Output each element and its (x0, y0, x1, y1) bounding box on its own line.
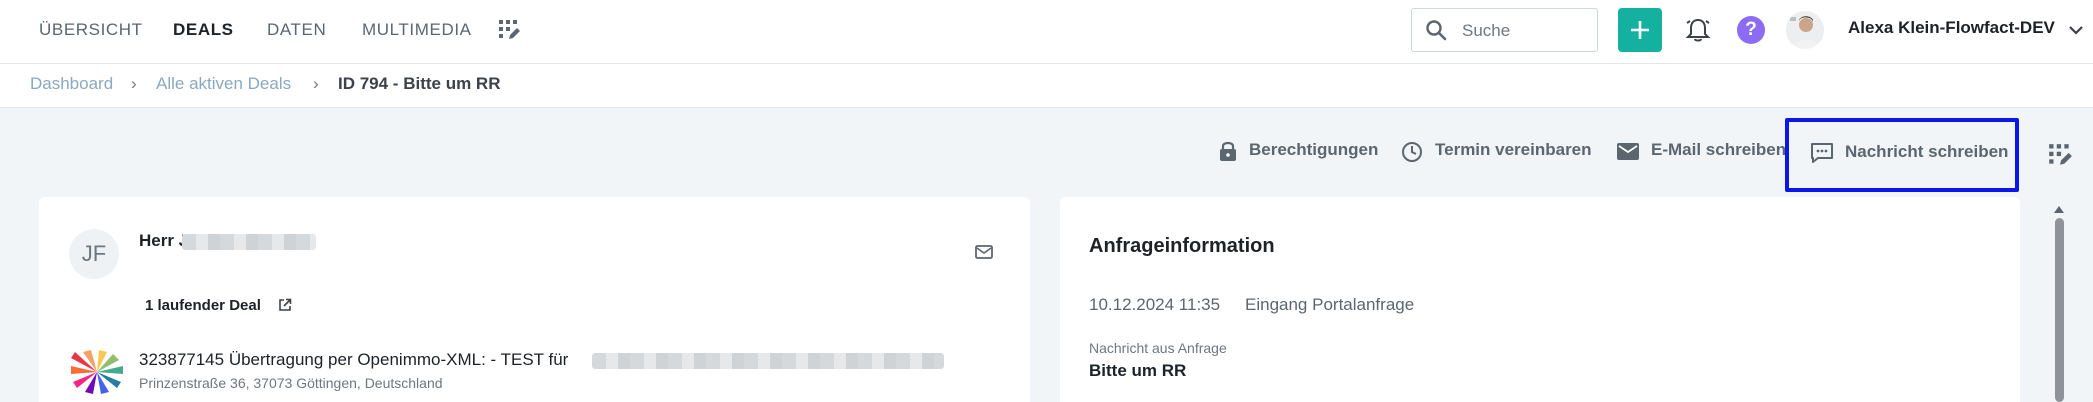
bell-icon[interactable] (1683, 15, 1713, 45)
dashboard-grid-icon[interactable] (497, 18, 521, 42)
nav-tab-daten[interactable]: DATEN (267, 20, 326, 40)
message-value: Bitte um RR (1089, 361, 1187, 380)
user-name[interactable]: Alexa Klein-Flowfact-DEV (1848, 18, 2055, 38)
breadcrumb-separator: › (313, 74, 319, 93)
inquiry-date: 10.12.2024 11:35 (1089, 295, 1221, 314)
customize-layout-icon[interactable] (2047, 142, 2073, 168)
search-icon (1426, 20, 1447, 41)
breadcrumb-separator: › (131, 74, 137, 93)
chevron-down-icon[interactable] (2068, 24, 2084, 36)
help-button[interactable]: ? (1737, 16, 1765, 44)
mail-icon[interactable] (975, 245, 993, 259)
redacted-name (182, 234, 316, 250)
breadcrumb-alle-aktiven-deals[interactable]: Alle aktiven Deals (156, 74, 291, 94)
inquiry-event: Eingang Portalanfrage (1245, 295, 1415, 314)
user-avatar-icon (1786, 11, 1824, 49)
schedule-appointment-button[interactable]: Termin vereinbaren (1435, 140, 1592, 160)
breadcrumb-current: ID 794 - Bitte um RR (338, 74, 501, 93)
mail-icon (1617, 143, 1639, 160)
avatar[interactable] (1786, 11, 1824, 49)
search-placeholder: Suche (1462, 21, 1511, 40)
add-button[interactable] (1618, 8, 1662, 52)
lock-icon (1220, 141, 1236, 161)
redacted-deal-title (592, 353, 944, 369)
deal-address: Prinzenstraße 36, 37073 Göttingen, Deuts… (139, 375, 443, 391)
nav-tab-deals[interactable]: DEALS (173, 20, 234, 40)
running-deals-link[interactable]: 1 laufender Deal (145, 297, 261, 314)
scroll-up-arrow-icon[interactable] (2053, 204, 2065, 214)
nav-tab-multimedia[interactable]: MULTIMEDIA (362, 20, 472, 40)
top-navigation: ÜBERSICHT DEALS DATEN MULTIMEDIA Suche ? (0, 0, 2093, 64)
breadcrumb: Dashboard › Alle aktiven Deals › ID 794 … (0, 64, 2093, 108)
message-label: Nachricht aus Anfrage (1089, 340, 1227, 356)
breadcrumb-dashboard[interactable]: Dashboard (30, 74, 113, 94)
scrollbar-thumb[interactable] (2055, 218, 2064, 402)
clock-icon (1402, 142, 1422, 162)
write-email-button[interactable]: E-Mail schreiben (1651, 140, 1789, 160)
avatar: JF (69, 229, 119, 279)
deal-title[interactable]: 323877145 Übertragung per Openimmo-XML: … (139, 350, 568, 370)
plus-icon (1631, 21, 1649, 39)
nav-tab-uebersicht[interactable]: ÜBERSICHT (39, 20, 143, 40)
contact-name[interactable]: Herr J (139, 231, 188, 251)
external-link-icon[interactable] (278, 298, 292, 312)
permissions-button[interactable]: Berechtigungen (1249, 140, 1378, 160)
search-field[interactable]: Suche (1411, 8, 1598, 52)
highlight-box (1785, 118, 2019, 192)
inquiry-title: Anfrageinformation (1089, 235, 1275, 257)
portal-logo-icon (71, 350, 123, 394)
